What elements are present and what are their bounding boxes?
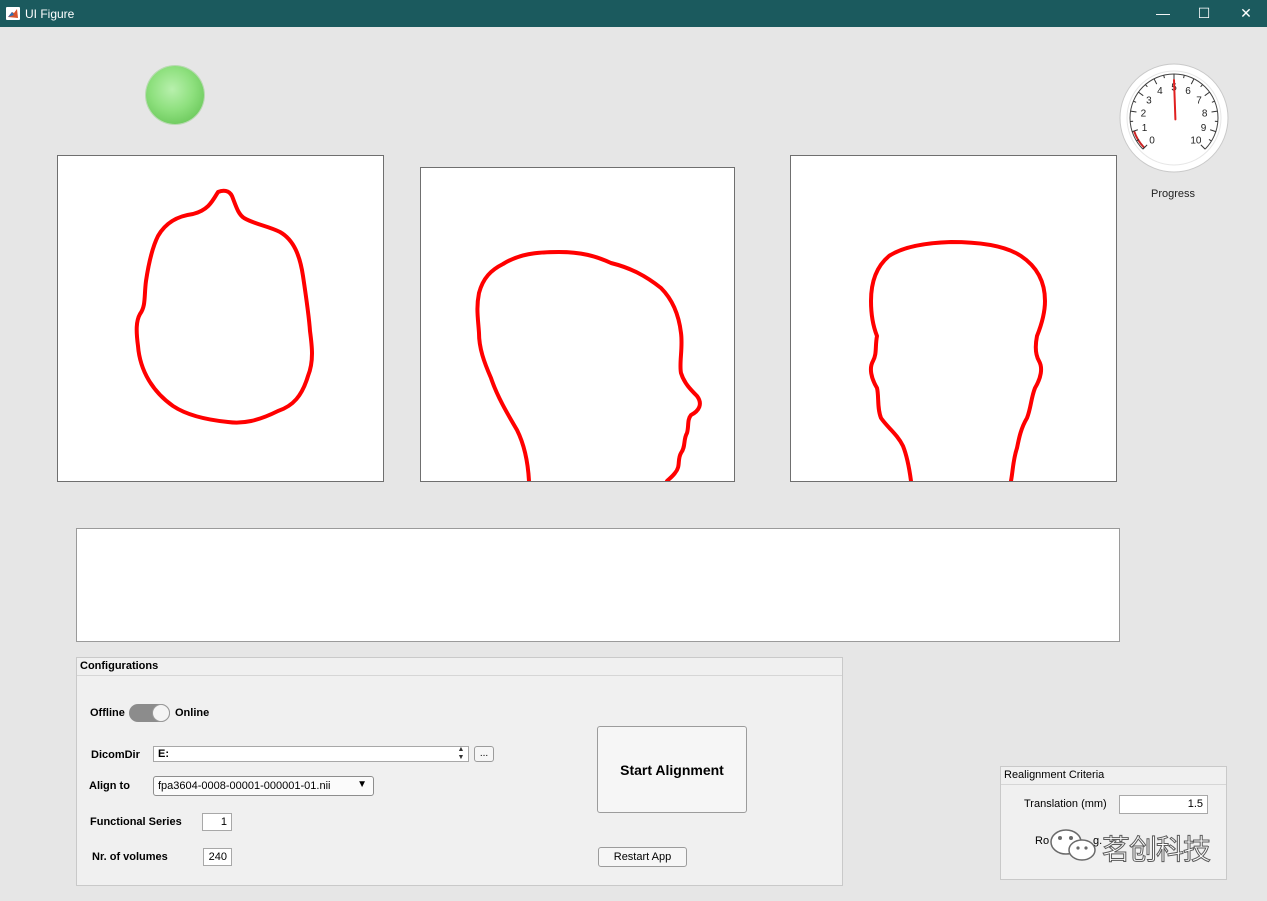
watermark-text: 茗创科技 (1101, 833, 1211, 867)
offline-online-switch[interactable] (129, 704, 170, 722)
sagittal-view-axes[interactable] (420, 167, 735, 482)
configurations-panel-title: Configurations (77, 658, 842, 676)
nr-volumes-field[interactable]: 240 (203, 848, 232, 866)
gauge-label: Progress (1150, 188, 1196, 200)
dropdown-arrow-icon[interactable]: ▼ (357, 779, 367, 790)
coronal-view-canvas (868, 240, 1047, 481)
gauge-dial: 012345678910 (1119, 63, 1229, 173)
window-title: UI Figure (25, 7, 75, 21)
coronal-view-axes[interactable] (790, 155, 1117, 482)
coronal-head-outline (868, 240, 1047, 481)
gauge-minor-tick (1163, 75, 1165, 79)
switch-left-label: Offline (90, 707, 125, 719)
gauge-tick-label: 8 (1202, 109, 1208, 120)
title-bar: UI Figure — ☐ ✕ (0, 0, 1267, 27)
gauge-tick-label: 2 (1141, 109, 1147, 120)
browse-button[interactable]: ... (474, 746, 494, 762)
wechat-icon (1050, 829, 1096, 861)
align-to-dropdown[interactable]: fpa3604-0008-00001-000001-01.nii ▼ (153, 776, 374, 796)
dicom-dir-spinner[interactable]: ▲ ▼ (455, 746, 467, 762)
gauge-minor-tick (1183, 75, 1185, 79)
align-to-label: Align to (89, 780, 130, 792)
sagittal-head-outline (475, 250, 702, 481)
axial-view-axes[interactable] (57, 155, 384, 482)
spinner-up-icon[interactable]: ▲ (455, 746, 467, 754)
watermark: 茗创科技 (1046, 826, 1226, 867)
dicom-dir-label: DicomDir (91, 749, 140, 761)
restart-app-button[interactable]: Restart App (598, 847, 687, 867)
dicom-dir-field[interactable]: E: (153, 746, 469, 762)
switch-knob[interactable] (152, 704, 170, 722)
axial-view-canvas (134, 188, 314, 425)
gauge-tick-label: 0 (1149, 135, 1155, 146)
gauge-tick-label: 9 (1201, 123, 1207, 134)
translation-label: Translation (mm) (1024, 798, 1107, 810)
functional-series-label: Functional Series (90, 816, 182, 828)
axial-head-outline (134, 188, 314, 425)
realignment-panel-title: Realignment Criteria (1001, 767, 1226, 785)
align-to-value: fpa3604-0008-00001-000001-01.nii (158, 780, 331, 792)
gauge-needle (1173, 79, 1177, 121)
gauge-tick-label: 7 (1196, 95, 1202, 106)
matlab-icon (6, 7, 20, 20)
close-button[interactable]: ✕ (1225, 0, 1267, 27)
gauge-tick-label: 6 (1185, 86, 1191, 97)
minimize-button[interactable]: — (1142, 0, 1184, 27)
gauge-tick-label: 1 (1142, 123, 1148, 134)
gauge-tick-label: 10 (1190, 135, 1202, 146)
log-text-area[interactable] (76, 528, 1120, 642)
gauge-tick-label: 4 (1157, 86, 1163, 97)
spinner-down-icon[interactable]: ▼ (455, 754, 467, 762)
gauge-tick-label: 3 (1146, 95, 1152, 106)
translation-field[interactable]: 1.5 (1119, 795, 1208, 814)
status-lamp (146, 66, 204, 124)
start-alignment-button[interactable]: Start Alignment (597, 726, 747, 813)
maximize-button[interactable]: ☐ (1183, 0, 1225, 27)
sagittal-view-canvas (475, 250, 702, 481)
functional-series-field[interactable]: 1 (202, 813, 232, 831)
nr-volumes-label: Nr. of volumes (92, 851, 168, 863)
progress-gauge: 012345678910 (1119, 63, 1229, 173)
switch-right-label: Online (175, 707, 210, 719)
